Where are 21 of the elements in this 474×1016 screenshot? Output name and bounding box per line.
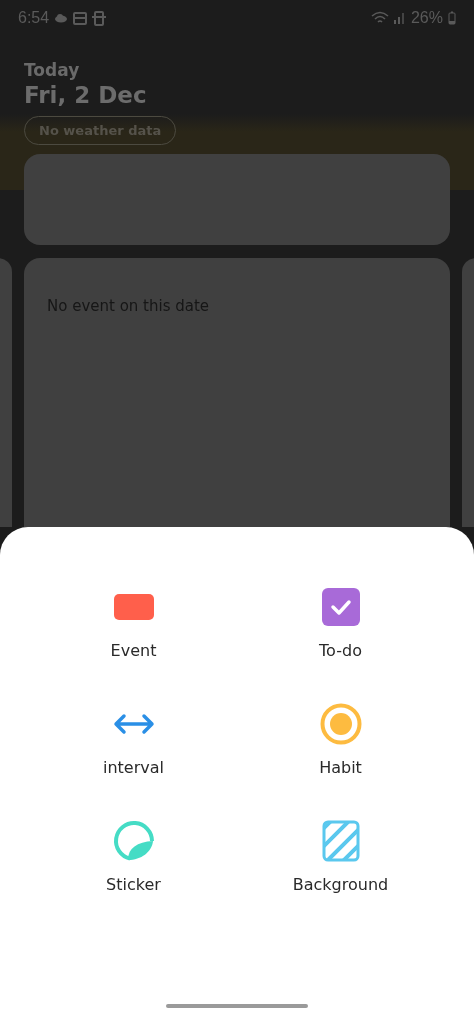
date-title: Fri, 2 Dec <box>23 82 148 108</box>
target-icon <box>319 703 362 745</box>
image-icon <box>73 11 88 25</box>
double-arrow-icon <box>112 712 155 736</box>
wifi-icon <box>370 11 389 25</box>
add-option[interactable]: Habit <box>270 702 411 777</box>
checkbox-icon <box>320 587 361 627</box>
battery-percentage: 26% <box>410 9 443 27</box>
add-option[interactable]: interval <box>63 702 204 777</box>
cloud-icon <box>54 13 69 23</box>
status-time: 6:54 <box>18 9 50 27</box>
add-option[interactable]: To-do <box>270 585 411 660</box>
signal-icon <box>393 12 406 24</box>
add-option[interactable]: Background <box>270 819 411 894</box>
sticker-icon <box>112 820 155 862</box>
striped-square-icon <box>321 820 360 862</box>
rectangle-icon <box>112 593 155 621</box>
today-label: Today <box>23 60 81 80</box>
add-option[interactable]: Event <box>63 585 204 660</box>
battery-icon <box>448 11 456 25</box>
add-option[interactable]: Sticker <box>63 819 204 894</box>
